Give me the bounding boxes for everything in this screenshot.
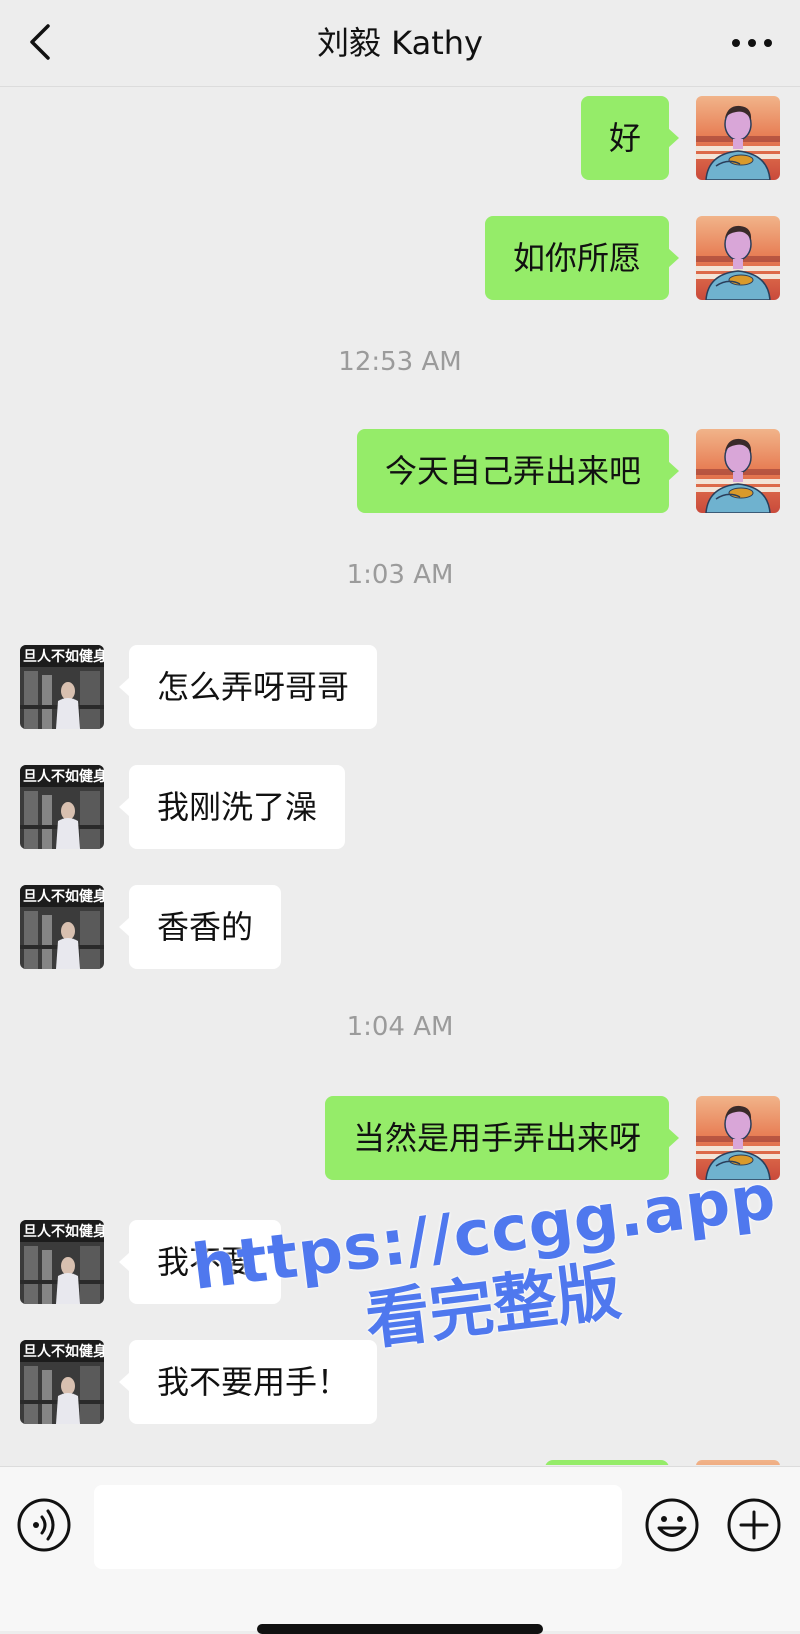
my-avatar[interactable] (696, 96, 780, 180)
contact-avatar[interactable] (20, 1220, 104, 1304)
plus-icon[interactable] (726, 1497, 782, 1553)
contact-avatar[interactable] (20, 1340, 104, 1424)
my-avatar[interactable] (696, 429, 780, 513)
received-message-bubble[interactable]: 我不要 (118, 1220, 282, 1304)
my-avatar[interactable] (696, 1460, 780, 1465)
sent-message-bubble[interactable] (545, 1460, 669, 1465)
message-list[interactable]: 好 如你所愿 12:53 AM 今天自己弄出来吧 1:03 AM 怎么弄呀哥哥 … (0, 87, 800, 1465)
timestamp: 1:04 AM (346, 1012, 454, 1042)
contact-avatar[interactable] (20, 765, 104, 849)
received-message-bubble[interactable]: 怎么弄呀哥哥 (118, 645, 378, 729)
chat-title: 刘毅 Kathy (317, 24, 483, 62)
sent-message-bubble[interactable]: 如你所愿 (484, 216, 680, 300)
received-message-bubble[interactable]: 我不要用手！ (118, 1340, 378, 1424)
more-dots-icon[interactable] (730, 28, 774, 58)
emoji-icon[interactable] (644, 1497, 700, 1553)
timestamp: 1:03 AM (346, 560, 454, 590)
sent-message-bubble[interactable]: 今天自己弄出来吧 (356, 429, 680, 513)
sent-message-bubble[interactable]: 好 (580, 96, 680, 180)
timestamp: 12:53 AM (338, 347, 462, 377)
home-indicator[interactable] (257, 1624, 543, 1634)
contact-avatar[interactable] (20, 885, 104, 969)
nav-bar: 刘毅 Kathy (0, 0, 800, 87)
my-avatar[interactable] (696, 216, 780, 300)
received-message-bubble[interactable]: 我刚洗了澡 (118, 765, 346, 849)
sent-message-bubble[interactable]: 当然是用手弄出来呀 (324, 1096, 680, 1180)
input-bar (0, 1466, 800, 1631)
message-input[interactable] (94, 1485, 622, 1569)
voice-icon[interactable] (16, 1497, 72, 1553)
received-message-bubble[interactable]: 香香的 (118, 885, 282, 969)
contact-avatar[interactable] (20, 645, 104, 729)
my-avatar[interactable] (696, 1096, 780, 1180)
